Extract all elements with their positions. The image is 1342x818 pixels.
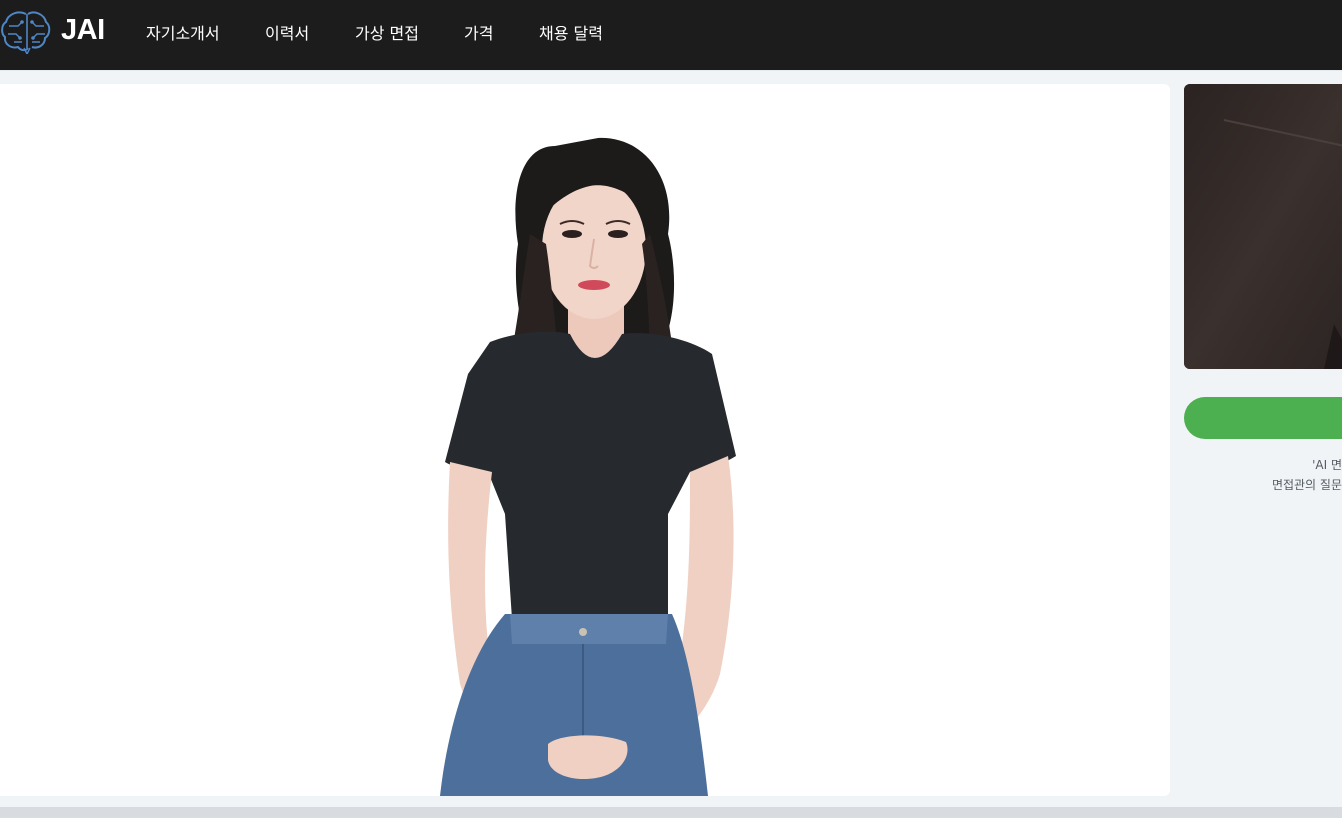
horizontal-scrollbar[interactable]	[0, 807, 1342, 818]
brand-logo-text[interactable]: JAI	[61, 14, 105, 47]
top-navigation-bar: JAI 자기소개서 이력서 가상 면접 가격 채용 달력	[0, 0, 1342, 70]
nav-item-cover-letter[interactable]: 자기소개서	[146, 20, 220, 44]
webcam-feed-image	[1184, 84, 1342, 369]
interviewer-video-panel	[0, 84, 1170, 796]
nav-item-virtual-interview[interactable]: 가상 면접	[355, 20, 419, 44]
nav-item-pricing[interactable]: 가격	[464, 20, 493, 44]
nav-item-job-calendar[interactable]: 채용 달력	[539, 20, 603, 44]
interview-page: JAI 자기소개서 이력서 가상 면접 가격 채용 달력 'AI 면 면접관의 …	[0, 0, 1342, 818]
interviewer-avatar	[440, 137, 736, 796]
brain-circuit-icon[interactable]	[0, 8, 52, 54]
start-interview-button[interactable]	[1184, 397, 1342, 439]
webcam-preview	[1184, 84, 1342, 369]
nav-item-resume[interactable]: 이력서	[265, 20, 309, 44]
header-divider	[0, 70, 1342, 71]
help-text-line-1: 'AI 면	[1312, 458, 1342, 472]
help-text-line-2: 면접관의 질문	[1271, 478, 1342, 492]
